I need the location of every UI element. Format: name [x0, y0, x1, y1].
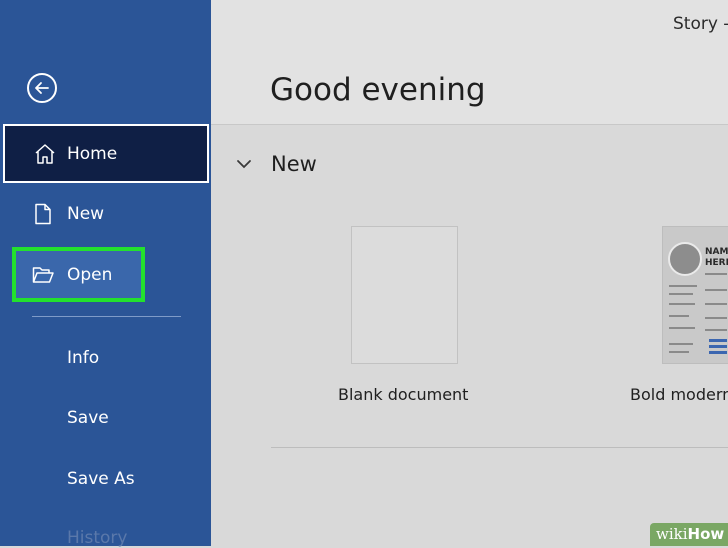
sidebar-item-history[interactable]: History	[67, 528, 127, 548]
watermark-prefix: wiki	[656, 525, 688, 543]
new-document-icon	[35, 203, 51, 225]
document-title: Story -	[673, 14, 728, 34]
template-caption: Bold modern	[630, 385, 728, 404]
sidebar-divider	[32, 316, 181, 317]
preview-bar	[709, 351, 727, 354]
preview-line	[705, 303, 727, 305]
sidebar-item-new[interactable]: New	[0, 184, 211, 244]
preview-line	[705, 317, 727, 319]
preview-line	[669, 293, 693, 295]
preview-line	[669, 343, 693, 345]
sidebar-item-label: Home	[67, 143, 118, 164]
back-button[interactable]	[27, 73, 57, 103]
home-icon	[35, 143, 55, 164]
section-divider	[271, 447, 728, 448]
wikihow-watermark: wikiHow	[650, 523, 728, 546]
sidebar-item-save-as[interactable]: Save As	[67, 469, 135, 489]
template-blank-document[interactable]	[351, 226, 458, 364]
preview-line	[705, 273, 727, 275]
sidebar-item-open[interactable]: Open	[0, 245, 211, 305]
template-bold-modern[interactable]: NAME HERE	[662, 226, 728, 364]
backstage-sidebar: Home New Open Info Save Save As History	[0, 0, 211, 548]
preview-line	[669, 351, 689, 353]
template-preview-text: NAME HERE	[705, 247, 728, 268]
preview-bar	[709, 339, 727, 342]
chevron-down-icon	[237, 160, 251, 169]
arrow-left-icon	[35, 82, 49, 94]
folder-open-icon	[32, 267, 54, 283]
preview-line	[669, 315, 689, 317]
preview-line	[669, 303, 695, 305]
watermark-suffix: How	[687, 525, 725, 543]
preview-line	[705, 289, 727, 291]
sidebar-item-info[interactable]: Info	[67, 348, 99, 368]
page-title: Good evening	[270, 72, 486, 108]
preview-line	[705, 329, 727, 331]
preview-line	[669, 327, 695, 329]
preview-bar	[709, 345, 727, 348]
preview-line	[669, 285, 697, 287]
section-heading: New	[271, 152, 317, 176]
sidebar-item-label: New	[67, 204, 105, 224]
template-caption: Blank document	[338, 385, 469, 404]
new-section-toggle[interactable]: New	[236, 152, 356, 180]
sidebar-item-home[interactable]: Home	[3, 124, 209, 183]
header-divider	[211, 124, 728, 125]
sidebar-item-label: Open	[67, 265, 113, 285]
sidebar-item-save[interactable]: Save	[67, 408, 109, 428]
avatar	[668, 242, 702, 276]
